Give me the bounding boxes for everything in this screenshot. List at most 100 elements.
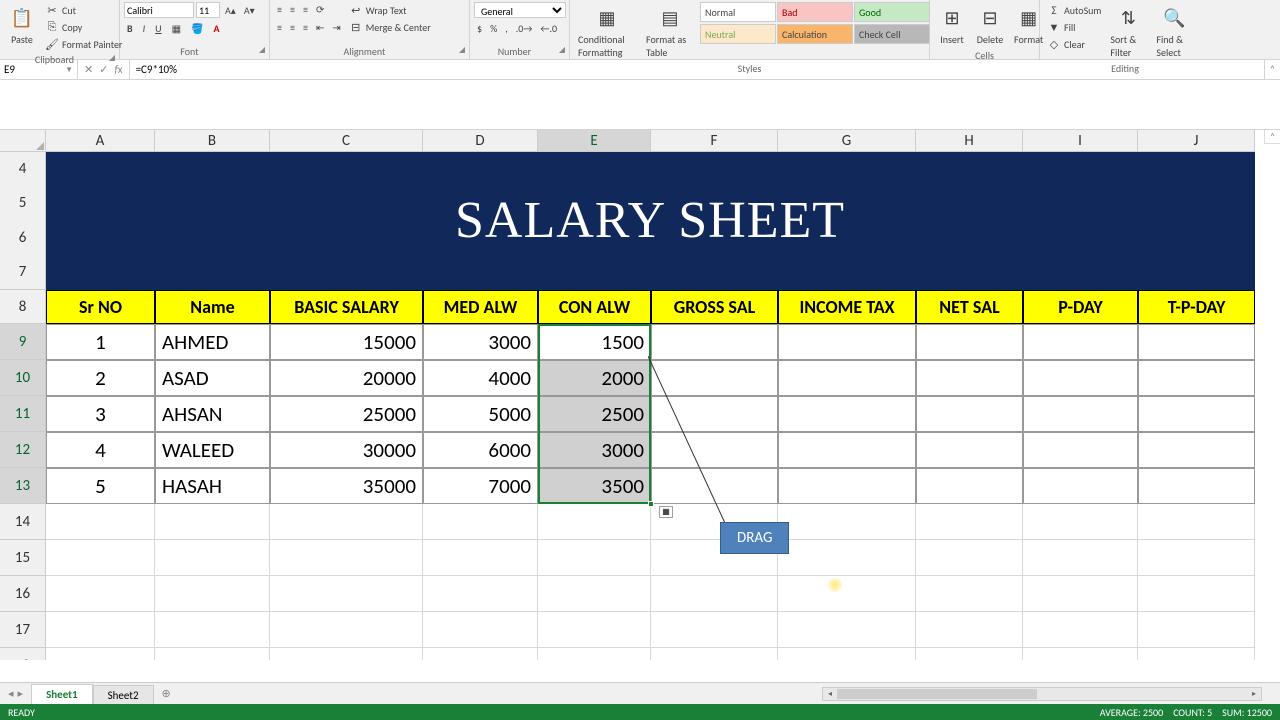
cell[interactable]: [778, 324, 916, 360]
cell[interactable]: 1500: [538, 324, 651, 360]
row-header-9[interactable]: 9: [0, 324, 46, 360]
cell[interactable]: [270, 504, 423, 540]
cell[interactable]: 35000: [270, 468, 423, 504]
cell[interactable]: [270, 648, 423, 660]
tab-nav[interactable]: ◂▸: [0, 687, 31, 700]
cell[interactable]: [155, 540, 270, 576]
cell[interactable]: [1023, 360, 1138, 396]
style-check-cell[interactable]: Check Cell: [854, 24, 930, 44]
cell[interactable]: [423, 576, 538, 612]
alignment-launcher[interactable]: ◢: [459, 45, 465, 55]
hdr-tax[interactable]: INCOME TAX: [778, 290, 916, 324]
cell[interactable]: [651, 396, 778, 432]
cell[interactable]: [1138, 324, 1255, 360]
clear-button[interactable]: ◇Clear: [1044, 36, 1104, 52]
cell[interactable]: [46, 540, 155, 576]
hdr-srno[interactable]: Sr NO: [46, 290, 155, 324]
cell[interactable]: [270, 612, 423, 648]
autosum-button[interactable]: ΣAutoSum: [1044, 2, 1104, 18]
cell[interactable]: [916, 576, 1023, 612]
row-header-15[interactable]: 15: [0, 540, 46, 576]
cell[interactable]: [1138, 540, 1255, 576]
col-header-I[interactable]: I: [1023, 130, 1138, 152]
align-left-button[interactable]: ≡: [274, 20, 285, 35]
enter-formula-button[interactable]: ✓: [99, 63, 108, 76]
cancel-formula-button[interactable]: ✕: [84, 63, 93, 76]
style-normal[interactable]: Normal: [700, 2, 776, 22]
tab-sheet1[interactable]: Sheet1: [31, 684, 93, 705]
cell[interactable]: [155, 648, 270, 660]
name-box[interactable]: E9▼: [0, 60, 78, 79]
cell[interactable]: [1023, 540, 1138, 576]
cell[interactable]: [651, 324, 778, 360]
cell[interactable]: 7000: [423, 468, 538, 504]
cell[interactable]: [1023, 396, 1138, 432]
cell[interactable]: [270, 540, 423, 576]
cell[interactable]: [46, 504, 155, 540]
cell[interactable]: 30000: [270, 432, 423, 468]
cell[interactable]: [651, 612, 778, 648]
col-header-D[interactable]: D: [423, 130, 538, 152]
cell[interactable]: 3: [46, 396, 155, 432]
cell[interactable]: [1023, 576, 1138, 612]
align-bottom-button[interactable]: ≡: [300, 2, 311, 17]
cell[interactable]: [1023, 432, 1138, 468]
cell[interactable]: [651, 468, 778, 504]
cell[interactable]: [916, 360, 1023, 396]
cell[interactable]: [916, 648, 1023, 660]
col-header-C[interactable]: C: [270, 130, 423, 152]
italic-button[interactable]: I: [140, 21, 149, 36]
number-launcher[interactable]: ◢: [559, 45, 565, 55]
indent-dec-button[interactable]: ⇤: [313, 20, 327, 35]
cell[interactable]: [1138, 612, 1255, 648]
expand-formula-button[interactable]: ˄: [1264, 60, 1280, 79]
cell[interactable]: [155, 612, 270, 648]
row-header-17[interactable]: 17: [0, 612, 46, 648]
cell[interactable]: [423, 648, 538, 660]
cell[interactable]: [778, 432, 916, 468]
cut-button[interactable]: ✂Cut: [42, 2, 125, 18]
col-header-E[interactable]: E: [538, 130, 651, 152]
cell[interactable]: 2500: [538, 396, 651, 432]
hdr-tpday[interactable]: T-P-DAY: [1138, 290, 1255, 324]
cell[interactable]: 20000: [270, 360, 423, 396]
insert-button[interactable]: ⊞Insert: [934, 2, 970, 48]
align-center-button[interactable]: ≡: [287, 20, 298, 35]
style-good[interactable]: Good: [854, 2, 930, 22]
font-color-button[interactable]: A: [210, 21, 222, 36]
autofill-options-button[interactable]: ▦: [659, 506, 673, 518]
cell[interactable]: [423, 504, 538, 540]
cell[interactable]: [916, 504, 1023, 540]
font-name-input[interactable]: [124, 2, 194, 18]
row-header-4-7[interactable]: 4 5 6 7: [0, 152, 46, 290]
format-painter-button[interactable]: 🖌Format Painter: [42, 36, 125, 52]
cell[interactable]: 2: [46, 360, 155, 396]
comma-button[interactable]: ,: [502, 21, 511, 36]
cell[interactable]: [916, 396, 1023, 432]
row-header-8[interactable]: 8: [0, 290, 46, 324]
cell[interactable]: [1023, 324, 1138, 360]
select-all-corner[interactable]: [0, 130, 46, 152]
currency-button[interactable]: $: [474, 21, 485, 36]
underline-button[interactable]: U: [152, 21, 164, 36]
cell[interactable]: [538, 504, 651, 540]
orientation-button[interactable]: ⟳: [313, 2, 327, 17]
cell[interactable]: 4: [46, 432, 155, 468]
cell[interactable]: [46, 576, 155, 612]
hdr-net[interactable]: NET SAL: [916, 290, 1023, 324]
worksheet-grid[interactable]: ˄ A B C D E F G H I J 4 5 6 7 SALARY SHE…: [0, 130, 1280, 660]
hdr-pday[interactable]: P-DAY: [1023, 290, 1138, 324]
cell[interactable]: [651, 360, 778, 396]
cell[interactable]: 15000: [270, 324, 423, 360]
cell[interactable]: [538, 648, 651, 660]
cell[interactable]: [916, 432, 1023, 468]
cell[interactable]: [778, 504, 916, 540]
align-top-button[interactable]: ≡: [274, 2, 285, 17]
style-calculation[interactable]: Calculation: [777, 24, 853, 44]
copy-button[interactable]: ⎘Copy: [42, 19, 125, 35]
number-format-select[interactable]: General: [474, 2, 566, 18]
row-header-18[interactable]: 18: [0, 648, 46, 660]
cell[interactable]: [423, 612, 538, 648]
row-header-10[interactable]: 10: [0, 360, 46, 396]
horizontal-scrollbar[interactable]: ◂▸: [179, 687, 1280, 701]
